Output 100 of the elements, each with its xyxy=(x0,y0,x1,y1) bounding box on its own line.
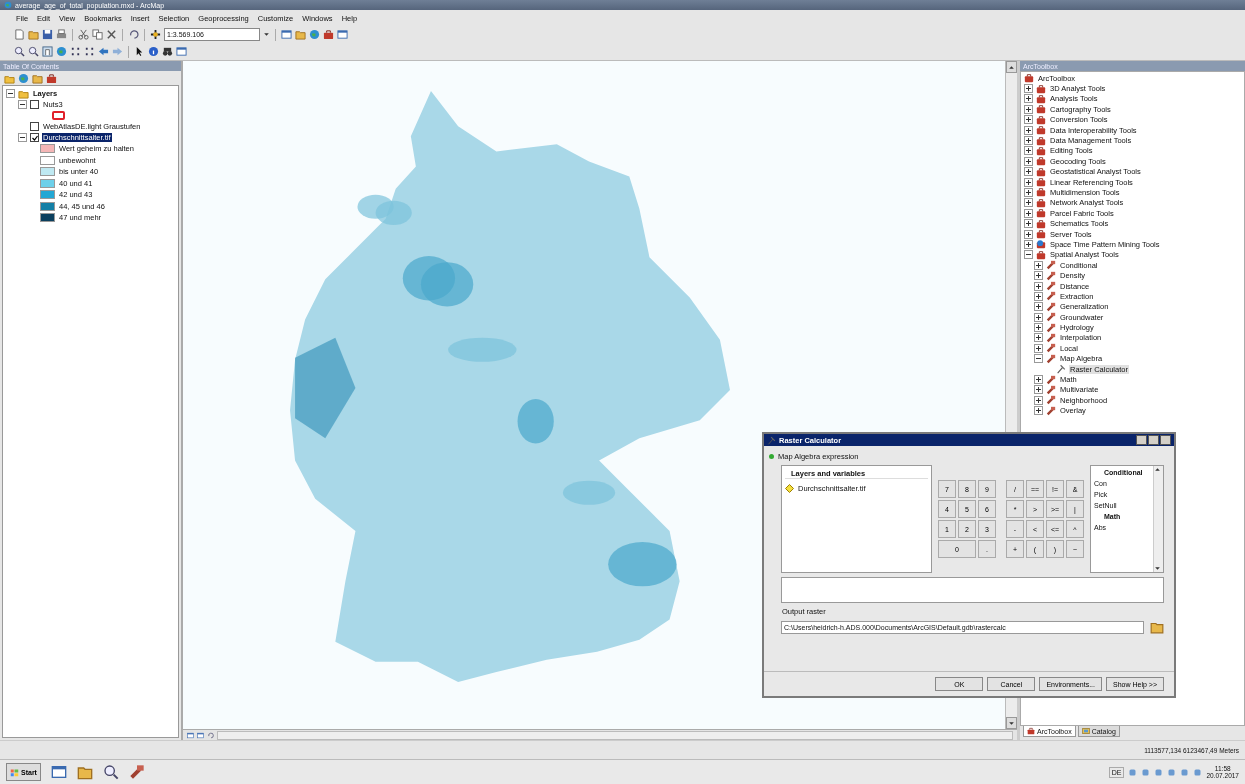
toolbox-icon[interactable] xyxy=(1027,727,1035,735)
expand-icon[interactable] xyxy=(1024,239,1033,249)
expand-icon[interactable] xyxy=(1034,343,1043,353)
expand-icon[interactable] xyxy=(1024,136,1033,146)
close-button[interactable] xyxy=(1160,435,1171,445)
expand-icon[interactable] xyxy=(1024,84,1033,94)
expand-icon[interactable] xyxy=(1034,271,1043,281)
window-icon[interactable] xyxy=(187,731,194,739)
expand-icon[interactable] xyxy=(1024,177,1033,187)
info-icon[interactable] xyxy=(148,46,159,57)
undo-icon[interactable] xyxy=(128,29,139,40)
toolset-icon[interactable] xyxy=(1046,322,1056,333)
collapse-icon[interactable] xyxy=(1034,354,1043,364)
expand-icon[interactable] xyxy=(1034,333,1043,343)
script-toolbox-icon[interactable] xyxy=(1036,239,1046,250)
toolbox-icon[interactable] xyxy=(1036,229,1046,240)
expand-icon[interactable] xyxy=(1034,302,1043,312)
layer-checkbox[interactable] xyxy=(30,122,39,131)
expand-icon[interactable] xyxy=(1034,375,1043,384)
folder-icon[interactable] xyxy=(32,72,43,84)
toolbox-icon[interactable] xyxy=(1036,249,1046,260)
save-icon[interactable] xyxy=(42,29,53,40)
collapse-icon[interactable] xyxy=(1024,250,1033,260)
toolset-icon[interactable] xyxy=(1046,291,1056,302)
window-icon[interactable] xyxy=(50,764,67,780)
toolset-icon[interactable] xyxy=(1046,332,1056,343)
toolbox-icon[interactable] xyxy=(1036,156,1046,167)
toolset-icon[interactable] xyxy=(1046,374,1056,385)
collapse-icon[interactable] xyxy=(6,89,15,98)
maximize-button[interactable] xyxy=(1148,435,1159,445)
expand-icon[interactable] xyxy=(1024,146,1033,156)
toolbox-icon[interactable] xyxy=(46,72,57,84)
toolbox-icon[interactable] xyxy=(1036,114,1046,125)
toolbox-icon[interactable] xyxy=(1036,145,1046,156)
scroll-down-icon[interactable] xyxy=(1008,719,1015,727)
toolbox-icon[interactable] xyxy=(323,29,334,40)
folder-icon[interactable] xyxy=(76,764,93,780)
expand-icon[interactable] xyxy=(1034,385,1043,395)
toolset-icon[interactable] xyxy=(1046,260,1056,271)
binoculars-icon[interactable] xyxy=(162,46,173,57)
delete-icon[interactable] xyxy=(106,29,117,40)
collapse-icon[interactable] xyxy=(18,133,27,142)
expand-icon[interactable] xyxy=(1024,167,1033,177)
toolset-icon[interactable] xyxy=(1046,405,1056,416)
window-icon[interactable] xyxy=(281,29,292,40)
expand-icon[interactable] xyxy=(1024,208,1033,218)
toolset-icon[interactable] xyxy=(1046,353,1056,364)
expand-icon[interactable] xyxy=(1024,219,1033,229)
zoom-in-icon[interactable] xyxy=(28,46,39,57)
folder-icon[interactable] xyxy=(28,29,39,40)
toolbox-icon[interactable] xyxy=(1036,166,1046,177)
toolbox-icon[interactable] xyxy=(1036,208,1046,219)
toolbox-icon[interactable] xyxy=(1036,177,1046,188)
globe-icon[interactable] xyxy=(18,72,29,84)
toolbox-icon[interactable] xyxy=(1036,104,1046,115)
scrollbar[interactable] xyxy=(1153,466,1163,572)
expand-icon[interactable] xyxy=(1024,125,1033,135)
layer-checkbox[interactable] xyxy=(30,100,39,109)
expand-icon[interactable] xyxy=(1024,188,1033,197)
scroll-down-icon[interactable] xyxy=(1154,565,1161,572)
minimize-button[interactable] xyxy=(1136,435,1147,445)
toolset-icon[interactable] xyxy=(128,764,145,780)
toolset-icon[interactable] xyxy=(1046,395,1056,406)
grid-dots-icon[interactable] xyxy=(70,46,81,57)
toolset-icon[interactable] xyxy=(1046,312,1056,323)
toolbox-icon[interactable] xyxy=(1036,187,1046,198)
expression-field[interactable] xyxy=(781,577,1164,603)
toolset-icon[interactable] xyxy=(1046,281,1056,291)
scroll-up-icon[interactable] xyxy=(1008,63,1015,71)
expand-icon[interactable] xyxy=(1034,323,1043,333)
expand-icon[interactable] xyxy=(1024,156,1033,166)
print-icon[interactable] xyxy=(56,29,67,40)
expand-icon[interactable] xyxy=(1034,281,1043,291)
grid-dots-icon[interactable] xyxy=(84,46,95,57)
collapse-icon[interactable] xyxy=(18,100,27,109)
zoom-in-icon[interactable] xyxy=(102,764,119,780)
expand-icon[interactable] xyxy=(1034,260,1043,270)
windows-logo-icon[interactable] xyxy=(10,767,19,777)
toolbox-icon[interactable] xyxy=(1036,83,1046,94)
toolbox-icon[interactable] xyxy=(1036,197,1046,208)
toolset-icon[interactable] xyxy=(1046,301,1056,312)
toolbox-icon[interactable] xyxy=(1036,218,1046,229)
undo-icon[interactable] xyxy=(207,731,214,739)
window-icon[interactable] xyxy=(197,731,204,739)
toolbox-icon[interactable] xyxy=(1036,93,1046,104)
scroll-up-icon[interactable] xyxy=(1154,466,1161,473)
zoom-in-icon[interactable] xyxy=(14,46,25,57)
expand-icon[interactable] xyxy=(1024,94,1033,104)
expand-icon[interactable] xyxy=(1034,291,1043,301)
expand-icon[interactable] xyxy=(1034,406,1043,416)
folder-icon[interactable] xyxy=(1150,620,1164,634)
window-icon[interactable] xyxy=(337,29,348,40)
layer-checkbox[interactable] xyxy=(30,133,39,142)
new-file-icon[interactable] xyxy=(14,29,25,40)
toolbox-icon[interactable] xyxy=(1036,125,1046,136)
toolbox-icon[interactable] xyxy=(1036,135,1046,146)
expand-icon[interactable] xyxy=(1034,395,1043,405)
folder-icon[interactable] xyxy=(295,29,306,40)
copy-icon[interactable] xyxy=(92,29,103,40)
window-icon[interactable] xyxy=(176,46,187,57)
